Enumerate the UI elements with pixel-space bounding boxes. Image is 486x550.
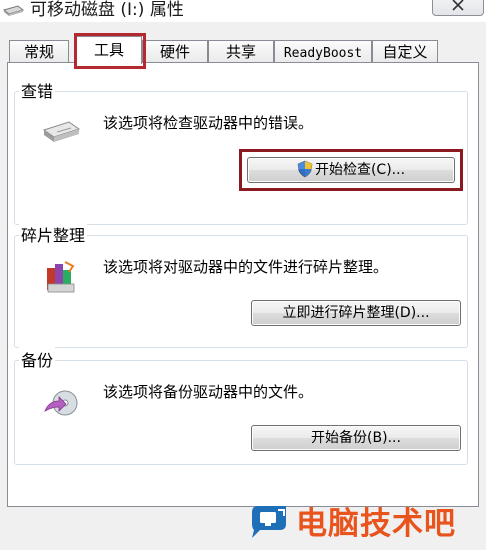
- tab-label: 常规: [23, 43, 54, 61]
- tab-general[interactable]: 常规: [9, 40, 69, 62]
- tab-label: 共享: [225, 43, 256, 61]
- close-icon: [452, 0, 464, 11]
- defrag-title: 碎片整理: [19, 222, 88, 246]
- error-check-group: 查错 该选项将检查驱动器中的错误。 开始检查(C)...: [14, 78, 468, 225]
- tab-hardware[interactable]: 硬件: [142, 40, 208, 62]
- backup-title: 备份: [19, 347, 56, 371]
- start-check-button[interactable]: 开始检查(C)...: [247, 157, 455, 183]
- shield-icon: [297, 160, 313, 178]
- backup-description: 该选项将备份驱动器中的文件。: [103, 383, 314, 401]
- tab-label: ReadyBoost: [283, 46, 363, 61]
- tab-customize[interactable]: 自定义: [372, 40, 438, 62]
- start-backup-label: 开始备份(B)...: [311, 430, 401, 446]
- removable-drive-icon: [2, 5, 24, 16]
- defrag-icon: [47, 261, 75, 293]
- defrag-group: 碎片整理 该选项将对驱动器中的文件进行碎片整理。 立即进行碎片整理(D)...: [14, 222, 468, 348]
- start-check-label: 开始检查(C)...: [314, 162, 406, 178]
- tab-readyboost[interactable]: ReadyBoost: [274, 40, 372, 62]
- defrag-now-button[interactable]: 立即进行碎片整理(D)...: [251, 300, 461, 326]
- watermark-text: 电脑技术吧: [296, 506, 456, 542]
- tab-label: 硬件: [159, 43, 190, 61]
- properties-window: 常规 工具 硬件 共享 ReadyBoost 自定义 查错 该选项将检查驱动器中…: [0, 22, 486, 550]
- close-button[interactable]: [432, 0, 484, 16]
- tab-label: 自定义: [382, 43, 428, 61]
- defrag-now-label: 立即进行碎片整理(D)...: [282, 305, 430, 321]
- drive-check-icon: [42, 121, 81, 142]
- start-backup-button[interactable]: 开始备份(B)...: [251, 425, 461, 451]
- window-title: 可移动磁盘 (I:) 属性: [30, 0, 184, 20]
- backup-icon: [44, 390, 78, 416]
- error-check-description: 该选项将检查驱动器中的错误。: [103, 114, 314, 132]
- defrag-description: 该选项将对驱动器中的文件进行碎片整理。: [103, 258, 389, 276]
- tab-sharing[interactable]: 共享: [208, 40, 274, 62]
- watermark-logo-icon: [252, 506, 286, 538]
- backup-group: 备份 该选项将备份驱动器中的文件。 开始备份(B)...: [14, 347, 468, 465]
- tab-content-panel: 查错 该选项将检查驱动器中的错误。 开始检查(C)... 碎片整理 该选项将对驱…: [7, 62, 479, 507]
- title-bar: 可移动磁盘 (I:) 属性: [0, 0, 486, 22]
- error-check-title: 查错: [19, 78, 56, 102]
- tab-highlight-box: [74, 33, 146, 69]
